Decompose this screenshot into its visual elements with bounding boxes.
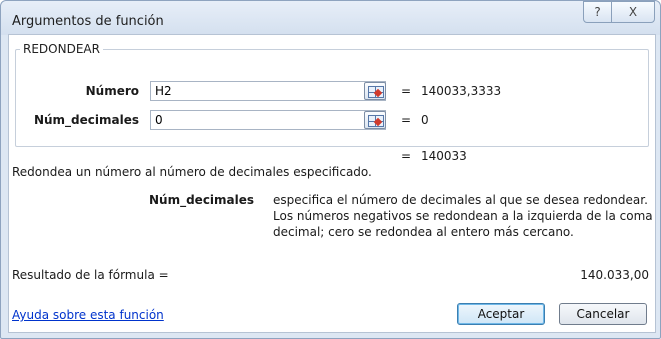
dialog-title: Argumentos de función	[12, 14, 164, 29]
num-decimales-input[interactable]	[150, 110, 386, 130]
dialog-body: REDONDEAR Número = 140033,3333 Núm_decim…	[8, 34, 656, 333]
title-bar: Argumentos de función ? X	[1, 1, 660, 35]
equals-sign: =	[401, 113, 412, 127]
arg-label-numero: Número	[85, 84, 139, 98]
function-name: REDONDEAR	[20, 42, 103, 56]
ok-button[interactable]: Aceptar	[457, 303, 545, 325]
question-mark-icon: ?	[594, 5, 601, 19]
help-button[interactable]: ?	[583, 1, 612, 23]
arg-help-line-1: especifica el número de decimales al que…	[273, 193, 648, 207]
function-arguments-dialog: Argumentos de función ? X REDONDEAR Núme…	[0, 0, 661, 339]
arg-help-line-3: decimal; cero se redondea al entero más …	[273, 225, 574, 239]
equals-sign: =	[401, 84, 412, 98]
arg-label-num-decimales: Núm_decimales	[33, 113, 139, 127]
close-icon: X	[628, 5, 638, 19]
arg-help-name: Núm_decimales	[149, 193, 255, 207]
numero-input[interactable]	[150, 81, 386, 101]
collapse-dialog-button-numero[interactable]	[364, 82, 386, 100]
formula-result-label: Resultado de la fórmula =	[12, 268, 169, 282]
function-help-link[interactable]: Ayuda sobre esta función	[12, 308, 164, 322]
num-decimales-evaluated-value: 0	[421, 113, 429, 127]
collapse-dialog-button-num-decimales[interactable]	[364, 111, 386, 129]
cancel-button[interactable]: Cancelar	[559, 303, 647, 325]
formula-result-value: 140.033,00	[580, 268, 649, 282]
equals-sign: =	[401, 149, 412, 163]
arg-help-line-2: Los números negativos se redondean a la …	[273, 209, 653, 223]
function-description: Redondea un número al número de decimale…	[12, 165, 372, 179]
close-button[interactable]: X	[611, 1, 655, 23]
result-preview: 140033	[421, 149, 467, 163]
numero-evaluated-value: 140033,3333	[421, 84, 502, 98]
